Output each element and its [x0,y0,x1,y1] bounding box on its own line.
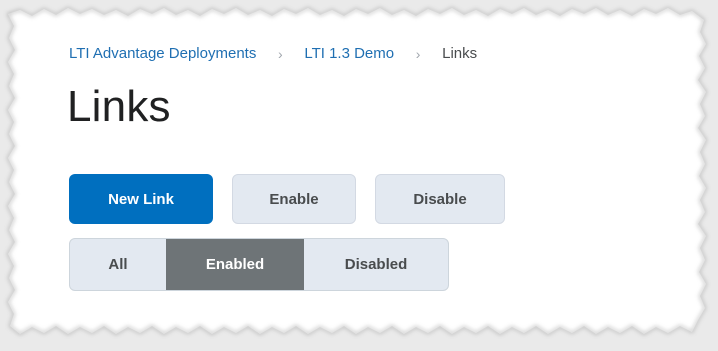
breadcrumb: LTI Advantage Deployments › LTI 1.3 Demo… [69,44,477,64]
breadcrumb-link-lti-demo[interactable]: LTI 1.3 Demo [304,44,394,64]
disable-button[interactable]: Disable [375,174,505,224]
status-filter-toggle: All Enabled Disabled [69,238,449,291]
page-content: LTI Advantage Deployments › LTI 1.3 Demo… [0,0,718,351]
breadcrumb-link-lti-advantage-deployments[interactable]: LTI Advantage Deployments [69,44,256,64]
filter-disabled[interactable]: Disabled [304,239,448,290]
page-title: Links [67,82,171,131]
enable-button[interactable]: Enable [232,174,356,224]
chevron-right-icon: › [278,46,283,62]
filter-enabled[interactable]: Enabled [166,239,304,290]
breadcrumb-current: Links [442,45,478,62]
chevron-right-icon: › [415,46,421,62]
filter-all[interactable]: All [70,239,166,290]
new-link-button[interactable]: New Link [69,174,213,224]
screenshot-frame: LTI Advantage Deployments › LTI 1.3 Demo… [0,0,718,351]
